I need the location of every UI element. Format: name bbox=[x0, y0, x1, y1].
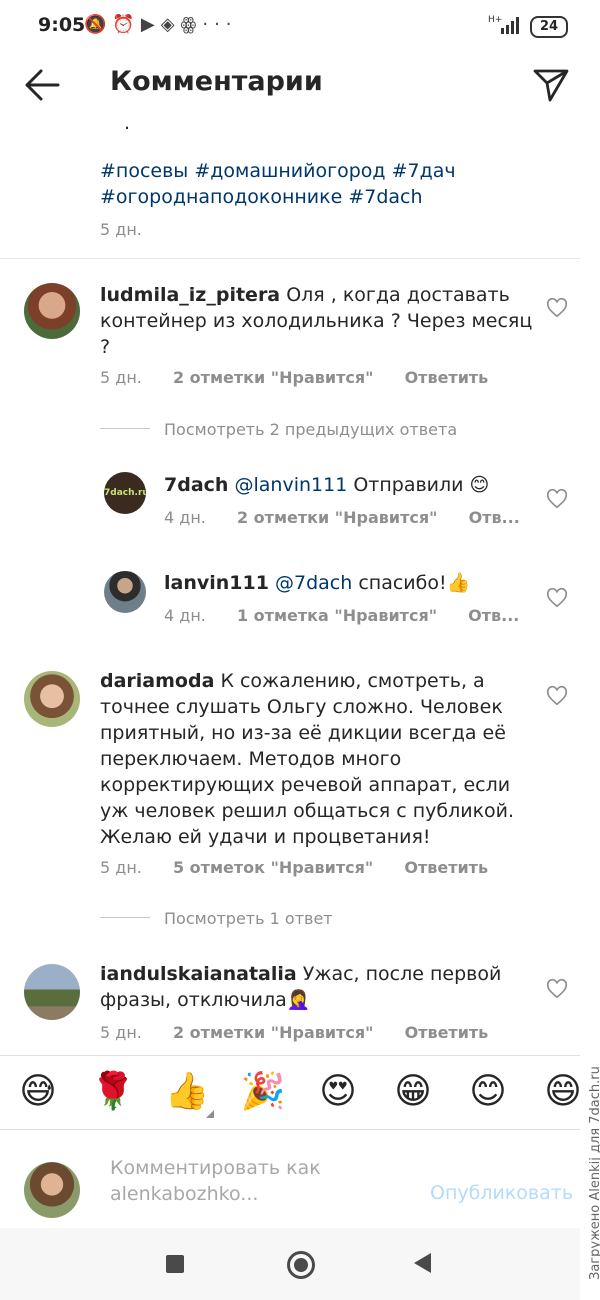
reply-username[interactable]: lanvin111 bbox=[164, 572, 269, 594]
avatar[interactable] bbox=[104, 571, 146, 613]
reply-text: спасибо!👍 bbox=[358, 572, 471, 594]
view-previous-replies[interactable]: Посмотреть 2 предыдущих ответа bbox=[164, 420, 457, 439]
reply-likes[interactable]: 1 отметка "Нравится" bbox=[237, 606, 437, 625]
comment-likes[interactable]: 5 отметок "Нравится" bbox=[173, 858, 373, 877]
view-one-reply[interactable]: Посмотреть 1 ответ bbox=[164, 909, 333, 928]
comment-username[interactable]: iandulskaianatalia bbox=[100, 963, 297, 985]
emoji-bar-top-border bbox=[0, 1055, 580, 1056]
back-nav-icon[interactable] bbox=[414, 1253, 431, 1273]
comment-username[interactable]: ludmila_iz_pitera bbox=[100, 284, 280, 306]
emoji-sweat-smile[interactable]: 😅 bbox=[13, 1072, 63, 1112]
composer-avatar bbox=[24, 1162, 80, 1218]
heart-icon[interactable] bbox=[546, 488, 568, 510]
comment-username[interactable]: dariamoda bbox=[100, 670, 214, 692]
reply-button[interactable]: Отв... bbox=[468, 606, 519, 625]
emoji-blush[interactable]: 😊 bbox=[463, 1072, 513, 1112]
reply-mention[interactable]: @7dach bbox=[275, 572, 352, 594]
emoji-heart-eyes[interactable]: 😍 bbox=[313, 1072, 363, 1112]
reply-button[interactable]: Ответить bbox=[404, 858, 488, 877]
reply-button[interactable]: Ответить bbox=[405, 1023, 489, 1042]
heart-icon[interactable] bbox=[546, 978, 568, 1000]
emoji-smile[interactable]: 😄 bbox=[538, 1072, 588, 1112]
comment-time: 5 дн. bbox=[100, 858, 142, 877]
reply-button[interactable]: Ответить bbox=[405, 368, 489, 387]
ok-icon: ꙮ bbox=[180, 14, 203, 35]
more-dots-icon: ··· bbox=[202, 14, 238, 35]
app-icon: ◈ bbox=[160, 14, 181, 35]
caption-divider bbox=[0, 258, 580, 259]
comment-likes[interactable]: 2 отметки "Нравится" bbox=[173, 1023, 374, 1042]
reply-mention[interactable]: @lanvin111 bbox=[234, 474, 347, 496]
comment-meta: 5 дн. 2 отметки "Нравится" Ответить bbox=[100, 368, 488, 387]
heart-icon[interactable] bbox=[546, 297, 568, 319]
publish-button[interactable]: Опубликовать bbox=[430, 1182, 573, 1204]
comment-time: 5 дн. bbox=[100, 368, 142, 387]
replies-divider bbox=[100, 428, 150, 429]
reply-button[interactable]: Отв... bbox=[469, 508, 520, 527]
reply-username[interactable]: 7dach bbox=[164, 474, 228, 496]
avatar[interactable] bbox=[24, 283, 80, 339]
battery-indicator: 24 bbox=[530, 16, 568, 38]
comment-input[interactable]: Комментировать как alenkabozhko... bbox=[110, 1155, 370, 1207]
watermark: Загружено Alenkij для 7dach.ru bbox=[588, 1066, 600, 1280]
avatar[interactable] bbox=[24, 964, 80, 1020]
post-hashtags[interactable]: #посевы #домашнийогород #7дач #огороднап… bbox=[100, 158, 540, 210]
emoji-thumbs-up[interactable]: 👍 bbox=[162, 1072, 212, 1112]
comment-body: iandulskaianatalia Ужас, после первой фр… bbox=[100, 961, 540, 1013]
caption-fragment: . bbox=[124, 112, 131, 134]
comment-text: К сожалению, смотреть, а точнее слушать … bbox=[100, 670, 515, 848]
comment-body: ludmila_iz_pitera Оля , когда доставать … bbox=[100, 282, 540, 360]
reply-meta: 4 дн. 1 отметка "Нравится" Отв... bbox=[164, 606, 519, 625]
heart-icon[interactable] bbox=[546, 587, 568, 609]
reply-body: lanvin111 @7dach спасибо!👍 bbox=[164, 570, 544, 596]
reply-text: Отправили 😊 bbox=[353, 474, 490, 496]
reply-time: 4 дн. bbox=[164, 606, 206, 625]
play-icon: ▶ bbox=[140, 14, 161, 35]
emoji-grin[interactable]: 😁 bbox=[388, 1072, 438, 1112]
emoji-party-popper[interactable]: 🎉 bbox=[238, 1072, 288, 1112]
comment-body: dariamoda К сожалению, смотреть, а точне… bbox=[100, 668, 540, 850]
avatar[interactable] bbox=[24, 671, 80, 727]
skin-tone-indicator-icon bbox=[206, 1110, 214, 1118]
comment-likes[interactable]: 2 отметки "Нравится" bbox=[173, 368, 374, 387]
reply-body: 7dach @lanvin111 Отправили 😊 bbox=[164, 472, 544, 498]
status-notification-icons: 🔕⏰▶◈ꙮ··· bbox=[84, 14, 238, 35]
status-time: 9:05 bbox=[38, 14, 86, 36]
signal-icon bbox=[501, 17, 519, 34]
back-arrow-icon[interactable] bbox=[24, 66, 62, 104]
page-title: Комментарии bbox=[110, 66, 323, 97]
recent-apps-icon[interactable] bbox=[166, 1255, 184, 1273]
comment-meta: 5 дн. 2 отметки "Нравится" Ответить bbox=[100, 1023, 488, 1042]
comment-meta: 5 дн. 5 отметок "Нравится" Ответить bbox=[100, 858, 488, 877]
reply-time: 4 дн. bbox=[164, 508, 206, 527]
post-time: 5 дн. bbox=[100, 220, 142, 239]
emoji-bar-bottom-border bbox=[0, 1129, 580, 1130]
comment-time: 5 дн. bbox=[100, 1023, 142, 1042]
replies-divider bbox=[100, 917, 150, 918]
emoji-rose[interactable]: 🌹 bbox=[88, 1072, 138, 1112]
heart-icon[interactable] bbox=[546, 685, 568, 707]
avatar[interactable]: 7dach.ru bbox=[104, 472, 146, 514]
alarm-icon: ⏰ bbox=[112, 14, 141, 35]
home-icon[interactable] bbox=[287, 1251, 315, 1279]
reply-meta: 4 дн. 2 отметки "Нравится" Отв... bbox=[164, 508, 520, 527]
send-direct-icon[interactable] bbox=[532, 66, 570, 104]
reply-likes[interactable]: 2 отметки "Нравится" bbox=[237, 508, 438, 527]
mute-icon: 🔕 bbox=[84, 14, 113, 35]
